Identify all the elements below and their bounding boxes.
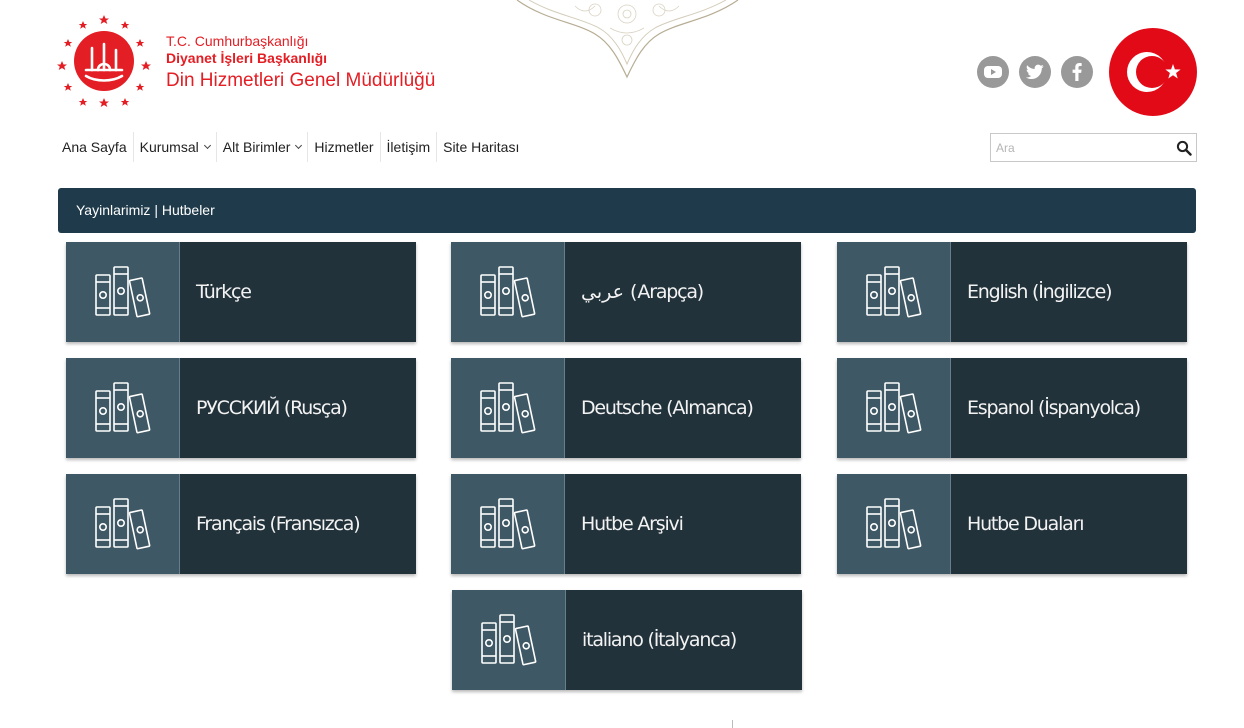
card-ispanyolca[interactable]: Espanol (İspanyolca) (837, 358, 1187, 458)
card-icon-area (66, 242, 180, 342)
card-label: РУССКИЙ (Rusça) (180, 358, 416, 458)
nav-item-alt-birimler[interactable]: Alt Birimler (217, 132, 309, 162)
books-icon (480, 614, 536, 666)
twitter-icon (1026, 64, 1044, 80)
card-icon-area (451, 358, 565, 458)
brand-line-3: Din Hizmetleri Genel Müdürlüğü (166, 70, 436, 91)
divider (732, 720, 733, 728)
card-almanca[interactable]: Deutsche (Almanca) (451, 358, 801, 458)
brand-text[interactable]: T.C. Cumhurbaşkanlığı Diyanet İşleri Baş… (166, 33, 435, 94)
card-label: Hutbe Arşivi (565, 474, 801, 574)
books-icon (865, 266, 921, 318)
card-icon-area (837, 474, 951, 574)
nav-label: Alt Birimler (222, 139, 291, 155)
twitter-link[interactable] (1019, 56, 1051, 88)
card-icon-area (837, 358, 951, 458)
nav-label: İletişim (386, 139, 431, 155)
books-icon (94, 498, 150, 550)
nav-label: Ana Sayfa (62, 139, 127, 155)
card-rusca[interactable]: РУССКИЙ (Rusça) (66, 358, 416, 458)
books-icon (94, 266, 150, 318)
card-label: عربي (Arapça) (565, 242, 801, 342)
card-icon-area (66, 358, 180, 458)
card-ingilizce[interactable]: English (İngilizce) (837, 242, 1187, 342)
books-icon (94, 382, 150, 434)
card-label: Hutbe Duaları (951, 474, 1187, 574)
brand-line-1: T.C. Cumhurbaşkanlığı (166, 33, 309, 49)
nav-item-iletisim[interactable]: İletişim (381, 132, 438, 162)
books-icon (479, 498, 535, 550)
nav-item-site-haritasi[interactable]: Site Haritası (437, 132, 525, 162)
card-label: Deutsche (Almanca) (565, 358, 801, 458)
card-hutbe-dualari[interactable]: Hutbe Duaları (837, 474, 1187, 574)
facebook-link[interactable] (1061, 56, 1093, 88)
books-icon (865, 498, 921, 550)
youtube-icon (984, 66, 1002, 78)
card-label: italiano (İtalyanca) (566, 590, 802, 690)
card-italyanca[interactable]: italiano (İtalyanca) (452, 590, 802, 690)
nav-label: Site Haritası (443, 139, 520, 155)
youtube-link[interactable] (977, 56, 1009, 88)
books-icon (479, 266, 535, 318)
brand-line-2: Diyanet İşleri Başkanlığı (166, 50, 328, 66)
chevron-down-icon (203, 141, 211, 150)
card-label: Espanol (İspanyolca) (951, 358, 1187, 458)
search-icon[interactable] (1176, 140, 1192, 156)
diyanet-logo[interactable] (56, 12, 152, 110)
card-arapca[interactable]: عربي (Arapça) (451, 242, 801, 342)
turkish-flag-icon (1109, 28, 1197, 116)
card-label: English (İngilizce) (951, 242, 1187, 342)
nav-label: Hizmetler (314, 139, 374, 155)
card-fransizca[interactable]: Français (Fransızca) (66, 474, 416, 574)
nav-item-ana-sayfa[interactable]: Ana Sayfa (56, 132, 134, 162)
card-icon-area (452, 590, 566, 690)
card-turkce[interactable]: Türkçe (66, 242, 416, 342)
nav-item-kurumsal[interactable]: Kurumsal (134, 132, 217, 162)
search-input[interactable] (991, 134, 1171, 161)
card-icon-area (451, 242, 565, 342)
search-box (990, 133, 1197, 162)
books-icon (865, 382, 921, 434)
card-icon-area (837, 242, 951, 342)
main-nav: Ana Sayfa Kurumsal Alt Birimler Hizmetle… (56, 132, 525, 162)
card-hutbe-arsivi[interactable]: Hutbe Arşivi (451, 474, 801, 574)
card-label: Français (Fransızca) (180, 474, 416, 574)
chevron-down-icon (295, 141, 303, 150)
card-icon-area (66, 474, 180, 574)
card-label: Türkçe (180, 242, 416, 342)
ornament-decoration (516, 0, 739, 79)
facebook-icon (1072, 63, 1082, 81)
books-icon (479, 382, 535, 434)
nav-item-hizmetler[interactable]: Hizmetler (308, 132, 381, 162)
breadcrumb: Yayinlarimiz | Hutbeler (58, 188, 1196, 233)
nav-label: Kurumsal (139, 139, 199, 155)
card-icon-area (451, 474, 565, 574)
